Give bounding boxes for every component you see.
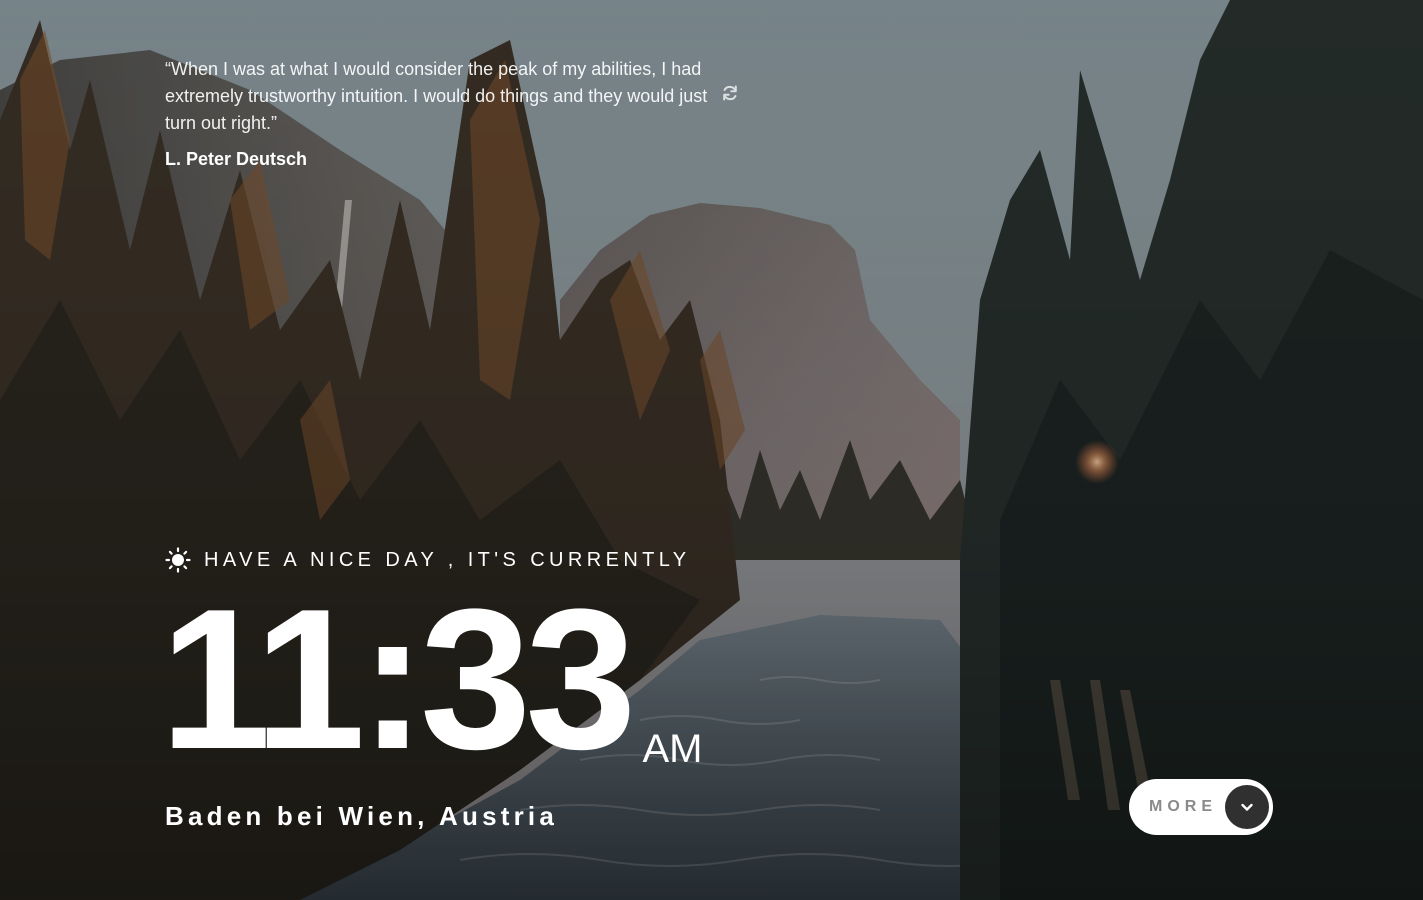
clock-time: 11:33 [160, 568, 636, 791]
refresh-quote-button[interactable] [719, 84, 741, 106]
refresh-icon [721, 84, 739, 107]
quote-author: L. Peter Deutsch [165, 149, 308, 169]
quote-section: “When I was at what I would consider the… [165, 56, 765, 170]
quote-text: “When I was at what I would consider the… [165, 59, 708, 133]
more-button[interactable]: MORE [1129, 779, 1273, 835]
clock-period: AM [642, 727, 703, 771]
clock: 11:33 AM [160, 568, 703, 791]
chevron-down-icon [1225, 785, 1269, 829]
more-button-label: MORE [1149, 798, 1217, 815]
location: Baden bei Wien, Austria [165, 801, 559, 831]
